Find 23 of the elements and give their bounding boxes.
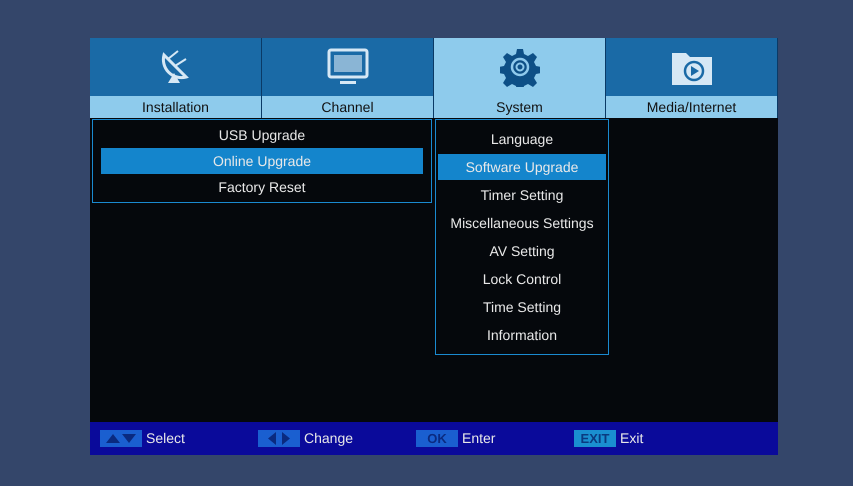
menu-tab[interactable]: Installation <box>90 38 262 118</box>
system-menu-item[interactable]: Language <box>438 126 606 152</box>
submenu-item[interactable]: USB Upgrade <box>101 122 423 148</box>
system-menu-item[interactable]: Information <box>438 322 606 348</box>
key-hint-label: Exit <box>620 429 644 448</box>
exit-key: EXIT <box>574 430 616 447</box>
system-menu-item[interactable]: Lock Control <box>438 266 606 292</box>
menu-tab[interactable]: System <box>434 38 606 118</box>
gear-icon <box>500 47 540 87</box>
monitor-icon <box>326 47 370 87</box>
key-hint-label: Enter <box>462 429 496 448</box>
key-hint-label: Change <box>304 429 354 448</box>
system-menu-item[interactable]: AV Setting <box>438 238 606 264</box>
system-menu-item[interactable]: Timer Setting <box>438 182 606 208</box>
key-hint-label: Select <box>146 429 185 448</box>
menu-tab[interactable]: Channel <box>262 38 434 118</box>
left-right-arrow-key-icon <box>258 430 300 447</box>
ok-key: OK <box>416 430 458 447</box>
menu-tab[interactable]: Media/Internet <box>606 38 778 118</box>
system-menu-item[interactable]: Time Setting <box>438 294 606 320</box>
up-down-arrow-key-icon <box>100 430 142 447</box>
submenu-item[interactable]: Factory Reset <box>101 174 423 200</box>
system-menu-item[interactable]: Miscellaneous Settings <box>438 210 606 236</box>
